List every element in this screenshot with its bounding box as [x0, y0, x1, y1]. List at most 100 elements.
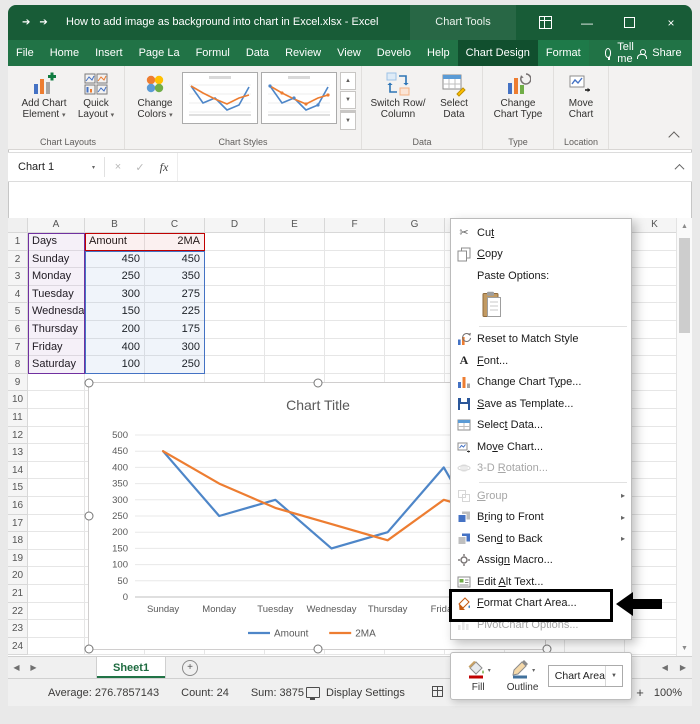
cell-d5[interactable] [205, 303, 265, 321]
ribbon-button-change-colors[interactable]: Change Colors ▾ [130, 69, 180, 121]
cell-b8[interactable]: 100 [85, 356, 145, 374]
cell-a4[interactable]: Tuesday [28, 285, 85, 304]
cell-c4[interactable]: 275 [145, 285, 205, 304]
chart-selection-handle[interactable] [313, 378, 323, 388]
cell-c7[interactable]: 300 [145, 338, 205, 357]
row-header-22[interactable]: 22 [8, 602, 28, 621]
column-header-a[interactable]: A [28, 218, 85, 233]
cell-f4[interactable] [325, 285, 385, 304]
row-header-14[interactable]: 14 [8, 461, 28, 480]
cell-a19[interactable] [28, 549, 85, 568]
row-header-15[interactable]: 15 [8, 479, 28, 497]
row-header-12[interactable]: 12 [8, 426, 28, 445]
cell-b6[interactable]: 200 [85, 321, 145, 339]
cell-a15[interactable] [28, 479, 85, 497]
cell-a21[interactable] [28, 585, 85, 603]
tab-insert[interactable]: Insert [87, 40, 131, 66]
row-header-19[interactable]: 19 [8, 549, 28, 568]
menu-item-cut[interactable]: ✂ Cut [451, 222, 631, 244]
cell-d7[interactable] [205, 338, 265, 357]
gallery-down-icon[interactable]: ▼ [340, 91, 356, 109]
row-header-10[interactable]: 10 [8, 391, 28, 409]
cancel-icon[interactable]: × [107, 161, 129, 173]
hscroll-left-icon[interactable]: ◀ [662, 663, 668, 672]
cell-g5[interactable] [385, 303, 445, 321]
name-box[interactable]: Chart 1 ▾ [8, 153, 102, 181]
chart-selection-handle[interactable] [313, 644, 323, 654]
column-header-c[interactable]: C [145, 218, 205, 233]
cell-f5[interactable] [325, 303, 385, 321]
selector-dropdown-icon[interactable]: ▼ [604, 666, 622, 686]
cell-a6[interactable]: Thursday [28, 321, 85, 339]
row-header-23[interactable]: 23 [8, 620, 28, 638]
cell-f2[interactable] [325, 250, 385, 269]
formula-input[interactable] [177, 153, 666, 181]
cell-d2[interactable] [205, 250, 265, 269]
sheet-nav-left-icon[interactable]: ◀ [8, 663, 25, 672]
cell-e2[interactable] [265, 250, 325, 269]
cell-a7[interactable]: Friday [28, 338, 85, 357]
vertical-scrollbar-thumb[interactable] [679, 238, 690, 333]
share-button[interactable]: Share [637, 40, 682, 66]
ribbon-button-change-chart-type[interactable]: Change Chart Type [488, 69, 548, 120]
menu-item-send-to-back[interactable]: Send to Back ▸ [451, 528, 631, 550]
cell-g6[interactable] [385, 321, 445, 339]
enter-icon[interactable]: ✓ [129, 161, 151, 174]
cell-g2[interactable] [385, 250, 445, 269]
name-box-dropdown-icon[interactable]: ▾ [92, 164, 95, 171]
cell-a13[interactable] [28, 444, 85, 462]
cell-a18[interactable] [28, 532, 85, 550]
column-header-e[interactable]: E [265, 218, 325, 233]
cell-c8[interactable]: 250 [145, 356, 205, 374]
minimize-button[interactable]: — [566, 5, 608, 40]
row-header-21[interactable]: 21 [8, 585, 28, 603]
cell-g1[interactable] [385, 233, 445, 251]
ribbon-button-add-chart-element[interactable]: Add Chart Element ▾ [17, 69, 71, 121]
tab-develo[interactable]: Develo [369, 40, 419, 66]
horizontal-scrollbar[interactable]: ◀ ▶ [662, 663, 686, 672]
tab-formul[interactable]: Formul [188, 40, 238, 66]
cell-f6[interactable] [325, 321, 385, 339]
gallery-more-icon[interactable]: ▼ [340, 110, 356, 130]
outline-button[interactable]: ▾ Outline [503, 659, 541, 693]
cell-c5[interactable]: 225 [145, 303, 205, 321]
row-header-16[interactable]: 16 [8, 497, 28, 515]
qat-arrow-icon[interactable]: ➔ [39, 17, 47, 28]
row-header-1[interactable]: 1 [8, 233, 28, 251]
zoom-level[interactable]: 100% [654, 687, 682, 699]
row-header-20[interactable]: 20 [8, 567, 28, 585]
cell-e6[interactable] [265, 321, 325, 339]
cell-a9[interactable] [28, 373, 85, 392]
cell-g3[interactable] [385, 268, 445, 286]
row-header-6[interactable]: 6 [8, 321, 28, 339]
tab-help[interactable]: Help [419, 40, 458, 66]
menu-item-select-data[interactable]: Select Data... [451, 415, 631, 437]
cell-a8[interactable]: Saturday [28, 356, 85, 374]
menu-item-assign-macro[interactable]: Assign Macro... [451, 550, 631, 572]
tab-chart-design[interactable]: Chart Design [457, 40, 538, 66]
cell-c2[interactable]: 450 [145, 250, 205, 269]
row-header-5[interactable]: 5 [8, 303, 28, 321]
menu-item-reset-to-match-style[interactable]: Reset to Match Style [451, 329, 631, 351]
cell-a1[interactable]: Days [28, 233, 85, 251]
cell-b2[interactable]: 450 [85, 250, 145, 269]
chart-style-preview-1[interactable] [182, 72, 258, 124]
gallery-up-icon[interactable]: ▲ [340, 72, 356, 90]
chart-selection-handle[interactable] [84, 378, 94, 388]
chart-element-selector[interactable]: Chart Area ▼ [547, 665, 623, 687]
fill-dropdown-icon[interactable]: ▾ [488, 667, 491, 674]
ribbon-button-select-data[interactable]: Select Data [431, 69, 477, 120]
cell-b3[interactable]: 250 [85, 268, 145, 286]
scroll-up-icon[interactable]: ▲ [677, 218, 692, 234]
ribbon-display-options-button[interactable] [524, 5, 566, 40]
ribbon-button-move-chart[interactable]: Move Chart [559, 69, 603, 120]
row-header-18[interactable]: 18 [8, 532, 28, 550]
column-header-d[interactable]: D [205, 218, 265, 233]
menu-item-edit-alt-text[interactable]: Edit Alt Text... [451, 571, 631, 593]
select-all-corner[interactable] [8, 218, 28, 233]
column-header-b[interactable]: B [85, 218, 145, 233]
fill-button[interactable]: ▾ Fill [459, 659, 497, 693]
cell-e1[interactable] [265, 233, 325, 251]
tab-view[interactable]: View [329, 40, 369, 66]
cell-c6[interactable]: 175 [145, 321, 205, 339]
